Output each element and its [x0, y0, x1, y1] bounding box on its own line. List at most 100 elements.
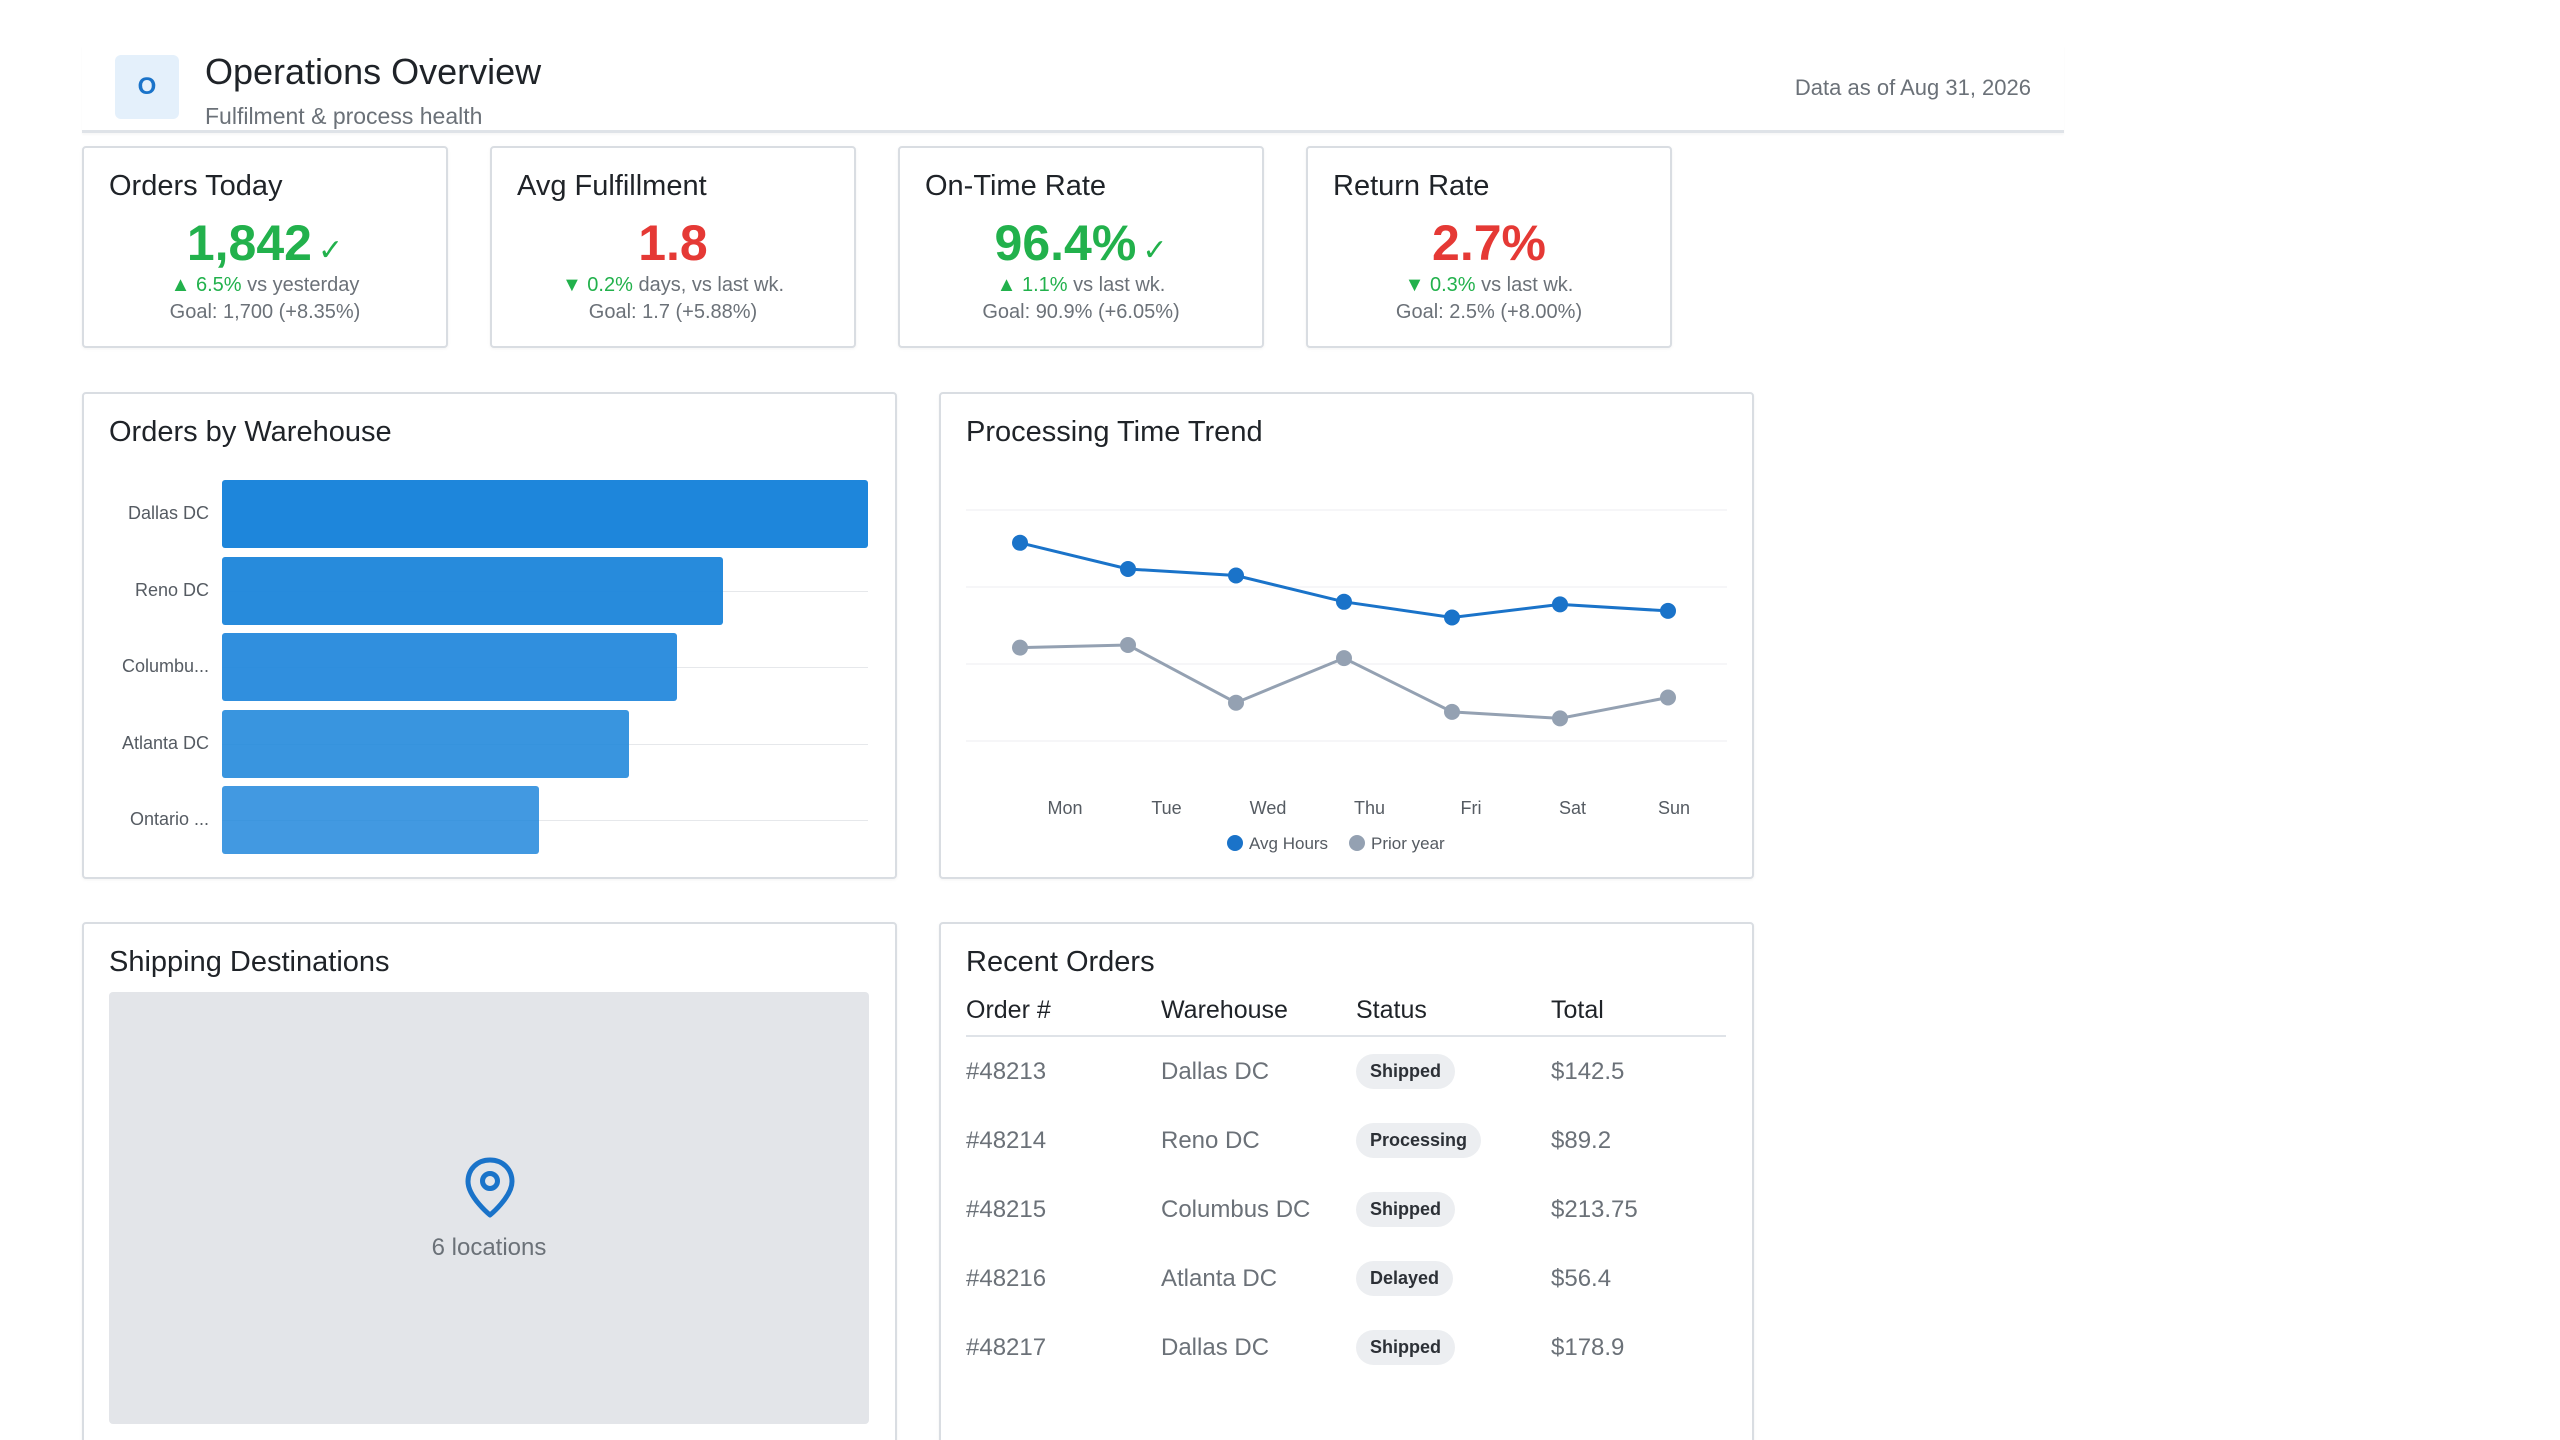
map-placeholder[interactable]: 6 locations	[109, 992, 869, 1424]
kpi-delta: ▼ 0.2% days, vs last wk.	[492, 274, 854, 297]
status-cell: Processing	[1356, 1106, 1551, 1175]
column-header-status[interactable]: Status	[1356, 994, 1551, 1037]
order-number-cell: #48213	[966, 1057, 1047, 1085]
kpi-delta-text: days, vs last wk.	[638, 274, 785, 296]
kpi-value: 96.4% ✓	[900, 214, 1262, 272]
kpi-value-text: 2.7%	[1432, 215, 1546, 271]
data-point[interactable]	[1660, 689, 1676, 706]
data-point[interactable]	[1012, 534, 1028, 551]
warehouse-cell: Reno DC	[1161, 1126, 1260, 1154]
data-point[interactable]	[1660, 602, 1676, 619]
kpi-delta-text: vs yesterday	[247, 274, 360, 296]
kpi-value: 1,842 ✓	[84, 214, 446, 272]
x-tick-label: Thu	[1354, 798, 1385, 818]
bar[interactable]	[222, 480, 868, 548]
data-point[interactable]	[1228, 694, 1244, 711]
x-tick-label: Wed	[1250, 798, 1287, 818]
kpi-card-avg-fulfillment: Avg Fulfillment 1.8 ▼ 0.2% days, vs last…	[490, 146, 856, 348]
kpi-value: 2.7%	[1308, 214, 1670, 272]
order-total-cell: $213.75	[1551, 1195, 1638, 1223]
map-pin-icon	[465, 1157, 515, 1218]
data-point[interactable]	[1444, 609, 1460, 626]
status-badge: Shipped	[1356, 1192, 1455, 1227]
kpi-card-orders-today: Orders Today 1,842 ✓ ▲ 6.5% vs yesterday …	[82, 146, 448, 348]
kpi-card-on-time-rate: On-Time Rate 96.4% ✓ ▲ 1.1% vs last wk. G…	[898, 146, 1264, 348]
warehouse-cell: Dallas DC	[1161, 1333, 1270, 1361]
table-row[interactable]: #48217 Dallas DC Shipped $178.9	[966, 1313, 1726, 1382]
kpi-delta-value: 6.5%	[195, 274, 242, 296]
app-logo: O	[115, 55, 179, 119]
trend-down-icon: ▼	[561, 274, 582, 296]
order-number-cell: #48214	[966, 1126, 1047, 1154]
kpi-delta-value: 1.1%	[1021, 274, 1068, 296]
warehouse-cell: Atlanta DC	[1161, 1264, 1278, 1292]
shipping-destinations-panel: Shipping Destinations 6 locations	[82, 922, 897, 1440]
bar[interactable]	[222, 557, 723, 625]
data-timestamp: Data as of Aug 31, 2026	[1794, 75, 2031, 100]
bar-category-label: Dallas DC	[127, 503, 209, 523]
order-total-cell: $89.2	[1551, 1126, 1612, 1154]
kpi-delta: ▲ 1.1% vs last wk.	[900, 274, 1262, 297]
status-cell: Shipped	[1356, 1313, 1551, 1382]
panel-title: Recent Orders	[966, 946, 1155, 978]
recent-orders-table: Order # Warehouse Status Total #48213 Dal…	[966, 994, 1726, 1382]
data-point[interactable]	[1552, 596, 1568, 613]
bar-category-label: Columbu...	[121, 656, 209, 676]
column-header-order[interactable]: Order #	[966, 994, 1161, 1037]
column-header-warehouse[interactable]: Warehouse	[1161, 994, 1356, 1037]
bar[interactable]	[222, 786, 539, 854]
data-point[interactable]	[1120, 561, 1136, 577]
data-point[interactable]	[1012, 639, 1028, 656]
recent-orders-panel: Recent Orders Order # Warehouse Status T…	[939, 922, 1754, 1440]
kpi-card-return-rate: Return Rate 2.7% ▼ 0.3% vs last wk. Goal…	[1306, 146, 1672, 348]
status-badge: Delayed	[1356, 1261, 1454, 1296]
kpi-title: Avg Fulfillment	[517, 170, 707, 202]
x-tick-label: Mon	[1047, 798, 1082, 818]
data-point[interactable]	[1552, 710, 1568, 727]
kpi-goal: Goal: 1.7 (+5.88%)	[588, 301, 758, 323]
x-tick-label: Sat	[1559, 798, 1586, 818]
table-row[interactable]: #48213 Dallas DC Shipped $142.5	[966, 1037, 1726, 1106]
order-number-cell: #48215	[966, 1195, 1047, 1223]
status-badge: Shipped	[1356, 1054, 1455, 1089]
kpi-delta-value: 0.3%	[1429, 274, 1476, 296]
bar[interactable]	[222, 710, 629, 778]
table-row[interactable]: #48216 Atlanta DC Delayed $56.4	[966, 1244, 1726, 1313]
x-tick-label: Fri	[1461, 798, 1482, 818]
kpi-title: Return Rate	[1333, 170, 1490, 202]
table-row[interactable]: #48215 Columbus DC Shipped $213.75	[966, 1175, 1726, 1244]
data-point[interactable]	[1120, 637, 1136, 653]
data-point[interactable]	[1228, 567, 1244, 584]
data-point[interactable]	[1336, 593, 1352, 610]
orders-by-warehouse-panel: Orders by Warehouse Dallas DC Reno DC Colu…	[82, 392, 897, 879]
processing-time-line-chart: Mon Tue Wed Thu Fri Sat Sun Avg Hours Prior year	[966, 509, 1727, 853]
legend-label[interactable]: Prior year	[1371, 834, 1445, 853]
check-icon: ✓	[317, 234, 344, 267]
page-header: O Operations Overview Fulfilment & proce…	[82, 45, 2064, 133]
status-cell: Shipped	[1356, 1175, 1551, 1244]
panel-title: Shipping Destinations	[109, 946, 390, 978]
legend-marker	[1227, 835, 1243, 851]
page-title: Operations Overview	[205, 51, 542, 92]
status-badge: Shipped	[1356, 1330, 1455, 1365]
warehouse-cell: Dallas DC	[1161, 1057, 1270, 1085]
kpi-title: On-Time Rate	[925, 170, 1107, 202]
order-total-cell: $56.4	[1551, 1264, 1612, 1292]
legend-label[interactable]: Avg Hours	[1249, 834, 1328, 853]
locations-count: 6 locations	[431, 1234, 547, 1261]
status-cell: Shipped	[1356, 1037, 1551, 1106]
data-point[interactable]	[1336, 650, 1352, 667]
logo-letter: O	[137, 73, 157, 100]
kpi-delta-text: vs last wk.	[1481, 274, 1574, 296]
x-tick-label: Tue	[1151, 798, 1181, 818]
check-icon: ✓	[1142, 234, 1168, 267]
kpi-delta: ▲ 6.5% vs yesterday	[84, 274, 446, 297]
bar-category-label: Ontario ...	[129, 809, 209, 829]
table-row[interactable]: #48214 Reno DC Processing $89.2	[966, 1106, 1726, 1175]
kpi-value-text: 96.4%	[994, 215, 1137, 271]
column-header-total[interactable]: Total	[1551, 994, 1726, 1037]
bar[interactable]	[222, 633, 677, 701]
kpi-value: 1.8	[492, 214, 854, 272]
data-point[interactable]	[1444, 703, 1460, 720]
legend-marker	[1349, 835, 1365, 851]
